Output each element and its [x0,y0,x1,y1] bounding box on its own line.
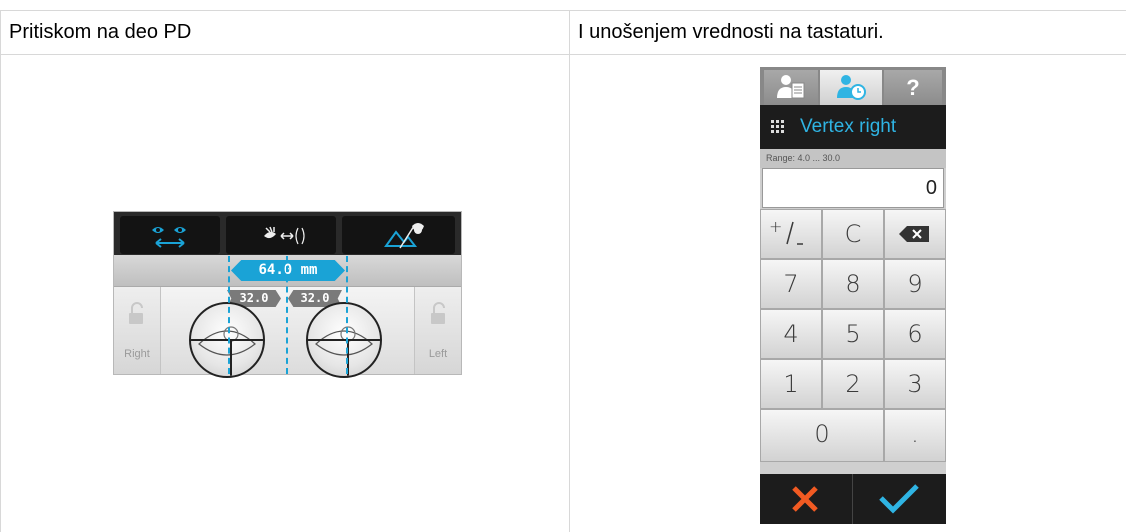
key-9[interactable]: 9 [884,259,946,309]
keypad-panel: ? Vertex right Range: 4.0 ... 30.0 0 + C… [760,67,946,524]
pd-mode-bar [114,212,461,255]
pd-total-value[interactable]: 64.0 mm [231,260,345,281]
pd-widget: 64.0 mm Right Left 32.0 32.0 [113,211,462,378]
backspace-icon [899,226,929,242]
key-8[interactable]: 8 [822,259,884,309]
mountain-flower-icon [384,223,424,249]
right-pupil-line [228,256,230,374]
keypad-tabs: ? [760,67,946,105]
key-1[interactable]: 1 [760,359,822,409]
help-label: ? [906,75,920,100]
mode-vertex-button[interactable] [226,216,336,254]
mode-distance-button[interactable] [342,216,455,254]
cancel-button[interactable] [760,474,852,524]
keypad-footer [760,474,946,524]
clear-key[interactable]: C [822,209,884,259]
lock-right-button[interactable]: Right [114,287,161,374]
patient-file-icon [777,75,805,99]
right-label: Right [124,348,150,360]
eye-crosshair-icon [308,326,380,376]
table-header-border [0,54,1126,55]
key-0[interactable]: 0 [760,409,884,462]
plus-minus-key[interactable]: + [760,209,822,259]
table-column-divider [569,10,570,532]
keypad-title: Vertex right [800,116,897,137]
header-cell-keyboard-entry: I unošenjem vrednosti na tastaturi. [578,21,884,43]
left-label: Left [428,348,448,360]
eye-lens-distance-icon [264,226,305,245]
left-eye-image[interactable] [306,302,382,378]
right-eye-image[interactable] [189,302,265,378]
header-cell-press-pd: Pritiskom na deo PD [9,21,192,43]
lock-left-button[interactable]: Left [414,287,461,374]
keypad-title-bar: Vertex right [760,105,946,149]
key-3[interactable]: 3 [884,359,946,409]
key-7[interactable]: 7 [760,259,822,309]
tab-help[interactable]: ? [884,70,942,105]
check-icon [879,484,919,514]
range-hint: Range: 4.0 ... 30.0 [760,149,946,168]
decimal-key[interactable]: . [884,409,946,462]
unlock-icon [129,302,143,324]
key-5[interactable]: 5 [822,309,884,359]
unlock-icon [431,302,445,324]
tab-patient-history[interactable] [820,70,882,105]
eyes-distance-icon [152,227,186,248]
patient-history-icon [837,75,866,100]
table-left-border [0,10,1,532]
key-6[interactable]: 6 [884,309,946,359]
value-input[interactable]: 0 [762,168,944,208]
plus-minus-icon: + [769,217,803,245]
close-icon [792,486,818,512]
svg-text:+: + [769,217,782,236]
mode-pd-button[interactable] [120,216,220,254]
tab-patient-file[interactable] [764,70,818,105]
eye-crosshair-icon [191,326,263,376]
backspace-key[interactable] [884,209,946,259]
left-pupil-line [346,256,348,374]
keypad-grid-icon [771,120,784,133]
key-4[interactable]: 4 [760,309,822,359]
confirm-button[interactable] [853,474,945,524]
center-line [286,256,288,374]
key-2[interactable]: 2 [822,359,884,409]
